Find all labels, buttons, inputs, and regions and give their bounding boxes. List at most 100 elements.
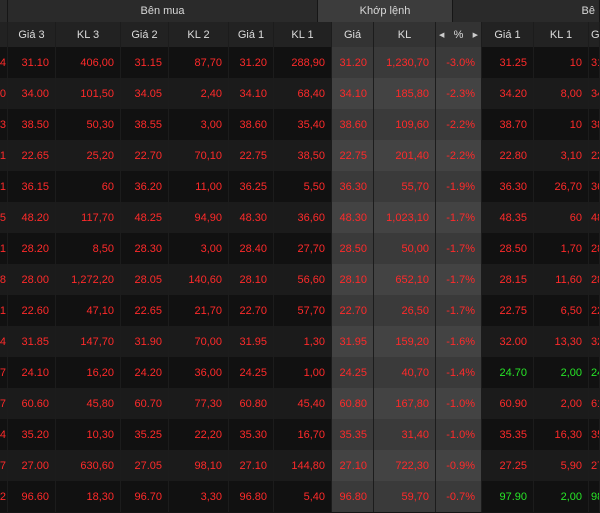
table-row[interactable]: 3 38.50 50,30 38.55 3,00 38.60 35,40 38.60 109,6…	[0, 109, 600, 141]
sell-price-1: 60.90	[482, 388, 534, 419]
match-percent: -1.6%	[436, 326, 482, 357]
sell-price-2: 38.80	[589, 109, 600, 140]
match-percent: -1.0%	[436, 419, 482, 450]
match-volume: 55,70	[374, 171, 436, 202]
sell-price-1: 24.70	[482, 357, 534, 388]
buy-price-3: 22.60	[8, 295, 56, 326]
sell-price-2: 36.35	[589, 171, 600, 202]
col-sell-price-2[interactable]: Giá 2	[589, 22, 600, 47]
buy-price-1: 28.40	[229, 233, 274, 264]
col-match-volume[interactable]: KL	[374, 22, 436, 47]
match-volume: 159,20	[374, 326, 436, 357]
buy-price-1: 31.20	[229, 47, 274, 78]
buy-price-2: 22.65	[121, 295, 169, 326]
buy-price-2: 38.55	[121, 109, 169, 140]
buy-price-3: 31.85	[8, 326, 56, 357]
sell-price-1: 28.15	[482, 264, 534, 295]
col-buy-price-3[interactable]: Giá 3	[8, 22, 56, 47]
sell-price-1: 97.90	[482, 481, 534, 512]
col-sell-price-1[interactable]: Giá 1	[482, 22, 534, 47]
col-buy-price-1[interactable]: Giá 1	[229, 22, 274, 47]
col-buy-volume-1[interactable]: KL 1	[274, 22, 332, 47]
col-buy-volume-2[interactable]: KL 2	[169, 22, 229, 47]
match-percent: -1.7%	[436, 264, 482, 295]
buy-volume-3: 406,00	[56, 47, 121, 78]
buy-price-1: 22.75	[229, 140, 274, 171]
sell-volume-1: 2,00	[534, 388, 589, 419]
match-price: 36.30	[332, 171, 374, 202]
sell-price-1: 27.25	[482, 450, 534, 481]
buy-volume-1: 38,50	[274, 140, 332, 171]
buy-price-3: 27.00	[8, 450, 56, 481]
table-row[interactable]: 4 35.20 10,30 35.25 22,20 35.30 16,70 35.35 31,4…	[0, 419, 600, 451]
header-group-row: Bên mua Khớp lệnh Bê	[0, 0, 600, 22]
sell-price-1: 22.75	[482, 295, 534, 326]
buy-price-2: 22.70	[121, 140, 169, 171]
table-row[interactable]: 7 60.60 45,80 60.70 77,30 60.80 45,40 60.80 167,…	[0, 388, 600, 420]
sell-price-2: 35.40	[589, 419, 600, 450]
match-percent: -2.2%	[436, 140, 482, 171]
buy-price-1: 27.10	[229, 450, 274, 481]
buy-volume-2: 22,20	[169, 419, 229, 450]
caret-right-icon[interactable]: ▶	[473, 31, 478, 39]
table-row[interactable]: 5 48.20 117,70 48.25 94,90 48.30 36,60 48.30 1,0…	[0, 202, 600, 234]
sell-volume-1: 8,00	[534, 78, 589, 109]
buy-volume-1: 1,30	[274, 326, 332, 357]
match-volume: 31,40	[374, 419, 436, 450]
buy-volume-2: 21,70	[169, 295, 229, 326]
col-match-percent[interactable]: ◀ % ▶	[436, 22, 482, 47]
match-volume: 59,70	[374, 481, 436, 512]
match-price: 24.25	[332, 357, 374, 388]
buy-price-2: 31.15	[121, 47, 169, 78]
sell-volume-1: 60	[534, 202, 589, 233]
match-volume: 26,50	[374, 295, 436, 326]
caret-left-icon[interactable]: ◀	[439, 31, 444, 39]
table-row[interactable]: 7 24.10 16,20 24.20 36,00 24.25 1,00 24.25 40,70…	[0, 357, 600, 389]
buy-price-3: 34.00	[8, 78, 56, 109]
match-volume: 50,00	[374, 233, 436, 264]
buy-price-2: 28.05	[121, 264, 169, 295]
table-row[interactable]: 4 31.10 406,00 31.15 87,70 31.20 288,90 31.20 1,…	[0, 47, 600, 79]
buy-price-2: 24.20	[121, 357, 169, 388]
buy-price-1: 60.80	[229, 388, 274, 419]
match-percent: -0.7%	[436, 481, 482, 512]
buy-volume-1: 27,70	[274, 233, 332, 264]
buy-volume-1: 144,80	[274, 450, 332, 481]
match-price: 48.30	[332, 202, 374, 233]
col-sell-volume-1[interactable]: KL 1	[534, 22, 589, 47]
table-row[interactable]: 1 22.60 47,10 22.65 21,70 22.70 57,70 22.70 26,5…	[0, 295, 600, 327]
buy-price-3: 36.15	[8, 171, 56, 202]
sell-price-2: 98.00	[589, 481, 600, 512]
buy-price-1: 22.70	[229, 295, 274, 326]
table-row[interactable]: 0 34.00 101,50 34.05 2,40 34.10 68,40 34.10 185,…	[0, 78, 600, 110]
buy-price-3: 22.65	[8, 140, 56, 171]
buy-volume-3: 117,70	[56, 202, 121, 233]
table-row[interactable]: 4 31.85 147,70 31.90 70,00 31.95 1,30 31.95 159,…	[0, 326, 600, 358]
table-row[interactable]: 8 28.00 1,272,20 28.05 140,60 28.10 56,60 28.10…	[0, 264, 600, 296]
col-buy-price-2[interactable]: Giá 2	[121, 22, 169, 47]
col-match-price[interactable]: Giá	[332, 22, 374, 47]
match-price: 96.80	[332, 481, 374, 512]
table-row[interactable]: 7 27.00 630,60 27.05 98,10 27.10 144,80 27.10 72…	[0, 450, 600, 482]
sell-volume-1: 1,70	[534, 233, 589, 264]
buy-price-3: 38.50	[8, 109, 56, 140]
buy-price-1: 31.95	[229, 326, 274, 357]
sell-price-1: 35.35	[482, 419, 534, 450]
sell-volume-1: 26,70	[534, 171, 589, 202]
sell-volume-1: 13,30	[534, 326, 589, 357]
buy-price-2: 34.05	[121, 78, 169, 109]
buy-price-2: 28.30	[121, 233, 169, 264]
table-row[interactable]: 1 22.65 25,20 22.70 70,10 22.75 38,50 22.75 201,…	[0, 140, 600, 172]
sell-price-1: 22.80	[482, 140, 534, 171]
sell-price-2: 22.80	[589, 295, 600, 326]
sell-price-2: 22.85	[589, 140, 600, 171]
buy-volume-1: 1,00	[274, 357, 332, 388]
match-volume: 1,230,70	[374, 47, 436, 78]
match-percent: -0.9%	[436, 450, 482, 481]
buy-price-2: 36.20	[121, 171, 169, 202]
col-buy-volume-3[interactable]: KL 3	[56, 22, 121, 47]
table-row[interactable]: 1 28.20 8,50 28.30 3,00 28.40 27,70 28.50 50,00-…	[0, 233, 600, 265]
buy-volume-1: 16,70	[274, 419, 332, 450]
table-row[interactable]: 1 36.15 60 36.20 11,00 36.25 5,50 36.30 55,70 -1.…	[0, 171, 600, 203]
table-row[interactable]: 2 96.60 18,30 96.70 3,30 96.80 5,40 96.80 59,70-…	[0, 481, 600, 513]
